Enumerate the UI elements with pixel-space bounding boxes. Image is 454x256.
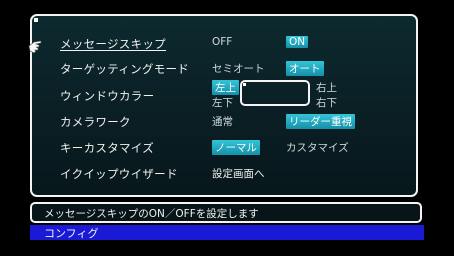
camera-normal-option[interactable]: 通常 <box>212 114 233 129</box>
targeting-semiauto-option[interactable]: セミオート <box>212 61 265 76</box>
equip-wizard-label: イクイップウイザード <box>60 167 178 181</box>
targeting-mode-label: ターゲッティングモード <box>60 62 190 76</box>
key-custom-option[interactable]: カスタマイズ <box>286 140 349 155</box>
window-color-label: ウィンドウカラー <box>60 89 155 103</box>
screen-title: コンフィグ <box>44 227 99 240</box>
screen-title-bar: コンフィグ <box>30 225 424 240</box>
help-message-box: メッセージスキップのON／OFFを設定します <box>30 202 422 223</box>
window-color-bottom-left-option[interactable]: 左下 <box>212 95 233 110</box>
setting-row-key-customize[interactable]: キーカスタマイズ ノーマル カスタマイズ <box>30 140 454 156</box>
camera-leader-focus-option[interactable]: リーダー重視 <box>286 114 355 129</box>
preview-corner-dot <box>243 83 246 86</box>
targeting-auto-option[interactable]: オート <box>286 61 324 76</box>
key-customize-label: キーカスタマイズ <box>60 141 155 155</box>
setting-row-camera-work[interactable]: カメラワーク 通常 リーダー重視 <box>30 114 454 130</box>
setting-row-equip-wizard[interactable]: イクイップウイザード 設定画面へ <box>30 166 454 182</box>
setting-row-message-skip[interactable]: メッセージスキップ OFF ON <box>30 36 454 52</box>
help-message: メッセージスキップのON／OFFを設定します <box>44 208 259 220</box>
message-skip-label: メッセージスキップ <box>60 37 166 51</box>
message-skip-off-option[interactable]: OFF <box>212 36 232 48</box>
window-color-top-left-option[interactable]: 左上 <box>212 80 239 95</box>
panel-corner-dot <box>34 18 38 22</box>
key-normal-option[interactable]: ノーマル <box>212 140 260 155</box>
window-color-preview <box>240 80 310 106</box>
message-skip-on-option[interactable]: ON <box>286 36 309 48</box>
window-color-bottom-right-option[interactable]: 右下 <box>316 95 337 110</box>
camera-work-label: カメラワーク <box>60 115 131 129</box>
window-color-top-right-option[interactable]: 右上 <box>316 80 337 95</box>
equip-wizard-open-button[interactable]: 設定画面へ <box>212 166 265 181</box>
setting-row-targeting-mode[interactable]: ターゲッティングモード セミオート オート <box>30 61 454 77</box>
